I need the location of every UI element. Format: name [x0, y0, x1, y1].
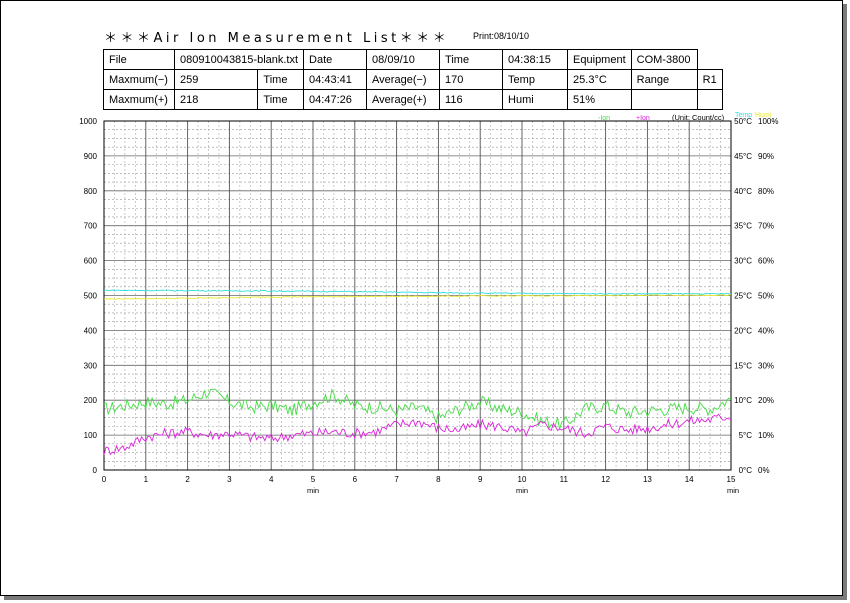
x-tick-label: 13 — [643, 475, 652, 484]
y-right-humi-tick-label: 40% — [758, 326, 774, 335]
y-left-tick-label: 900 — [84, 152, 98, 161]
y-right-temp-tick-label: 0°C — [739, 466, 753, 475]
y-right-humi-tick-label: 60% — [758, 257, 774, 266]
y-right-humi-tick-label: 50% — [758, 292, 774, 301]
y-right-temp-tick-label: 35°C — [734, 222, 752, 231]
y-right-temp-tick-label: 25°C — [734, 292, 752, 301]
x-tick-label: 10 — [518, 475, 527, 484]
legend-temp: Temp — [735, 112, 752, 119]
unit-label: (Unit: Count/cc) — [672, 113, 725, 122]
x-tick-label: 3 — [227, 475, 232, 484]
y-left-tick-label: 400 — [84, 326, 98, 335]
y-left-tick-label: 800 — [84, 187, 98, 196]
x-tick-label: 15 — [727, 475, 736, 484]
x-tick-label: 7 — [394, 475, 399, 484]
x-tick-label: 2 — [185, 475, 190, 484]
y-left-tick-label: 700 — [84, 222, 98, 231]
chart-labels: 010020030040050060070080090010000°C5°C10… — [79, 112, 778, 495]
y-right-temp-tick-label: 5°C — [739, 431, 753, 440]
legend-pos_ion: +Ion — [636, 115, 650, 122]
x-tick-label: 0 — [102, 475, 107, 484]
y-right-humi-tick-label: 70% — [758, 222, 774, 231]
y-right-humi-tick-label: 30% — [758, 361, 774, 370]
x-unit-label: min — [516, 486, 528, 495]
y-right-temp-tick-label: 10°C — [734, 396, 752, 405]
y-right-humi-tick-label: 90% — [758, 152, 774, 161]
y-left-tick-label: 0 — [93, 466, 98, 475]
y-left-tick-label: 300 — [84, 361, 98, 370]
y-right-temp-tick-label: 45°C — [734, 152, 752, 161]
y-left-tick-label: 500 — [84, 292, 98, 301]
x-tick-label: 5 — [311, 475, 316, 484]
x-tick-label: 8 — [436, 475, 441, 484]
x-tick-label: 11 — [560, 475, 569, 484]
x-tick-label: 1 — [144, 475, 149, 484]
x-tick-label: 14 — [685, 475, 694, 484]
x-unit-label: min — [727, 486, 739, 495]
y-left-tick-label: 600 — [84, 257, 98, 266]
x-tick-label: 4 — [269, 475, 274, 484]
x-tick-label: 6 — [353, 475, 358, 484]
y-right-temp-tick-label: 15°C — [734, 361, 752, 370]
legend-humi: Humi — [755, 112, 772, 119]
x-tick-label: 12 — [601, 475, 610, 484]
y-left-tick-label: 200 — [84, 396, 98, 405]
y-right-humi-tick-label: 80% — [758, 187, 774, 196]
y-left-tick-label: 1000 — [79, 117, 97, 126]
y-right-temp-tick-label: 20°C — [734, 326, 752, 335]
y-right-temp-tick-label: 40°C — [734, 187, 752, 196]
ion-chart: 010020030040050060070080090010000°C5°C10… — [79, 112, 778, 495]
y-right-temp-tick-label: 30°C — [734, 257, 752, 266]
y-right-humi-tick-label: 20% — [758, 396, 774, 405]
y-left-tick-label: 100 — [84, 431, 98, 440]
x-tick-label: 9 — [478, 475, 483, 484]
y-right-humi-tick-label: 0% — [758, 466, 770, 475]
x-unit-label: min — [307, 486, 319, 495]
y-right-humi-tick-label: 10% — [758, 431, 774, 440]
legend-neg_ion: -Ion — [598, 115, 610, 122]
